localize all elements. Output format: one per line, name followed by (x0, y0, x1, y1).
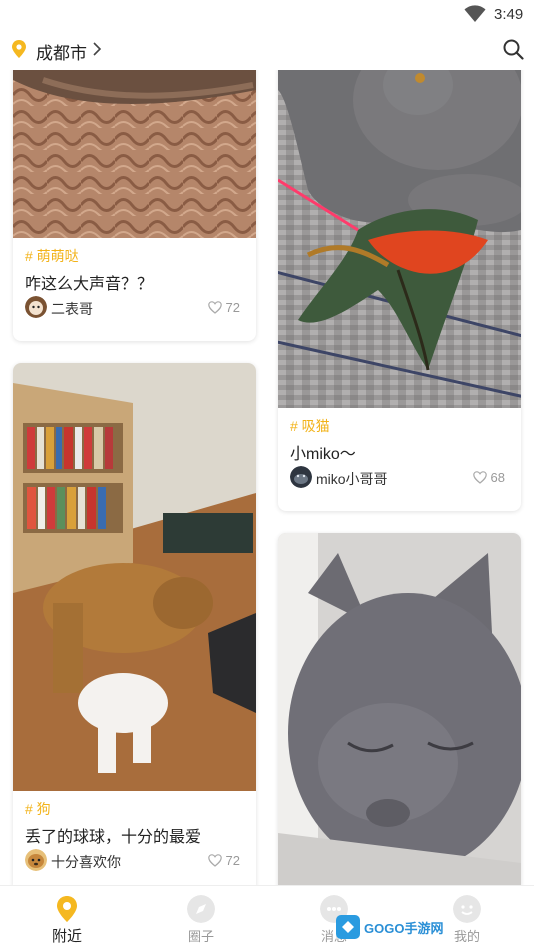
status-time: 3:49 (494, 6, 524, 23)
heart-icon (207, 854, 222, 867)
like-button[interactable]: 72 (207, 853, 240, 868)
post-title: 小miko～ (290, 446, 356, 463)
watermark-text: GOGO手游网 (364, 921, 443, 936)
post-card[interactable] (278, 533, 521, 893)
post-card[interactable]: # 狗 丢了的球球，十分的最爱 十分喜欢你 72 (13, 363, 256, 893)
author-name[interactable]: 二表哥 (51, 299, 93, 319)
city-selector[interactable]: 成都市 (36, 39, 87, 64)
avatar[interactable] (290, 466, 312, 488)
tab-nearby[interactable]: 附近 (22, 886, 112, 949)
tab-circle[interactable]: 圈子 (156, 886, 246, 949)
location-pin-icon (57, 896, 77, 922)
avatar[interactable] (25, 849, 47, 871)
post-title: 丢了的球球，十分的最爱 (25, 829, 202, 846)
heart-icon (472, 471, 487, 484)
like-button[interactable]: 68 (472, 470, 505, 485)
post-card[interactable]: # 萌萌哒 咋这么大声音？？ 二表哥 72 (13, 40, 256, 341)
tab-label: 圈子 (187, 929, 214, 944)
like-count: 68 (490, 470, 505, 485)
post-photo[interactable] (278, 533, 521, 893)
compass-icon (187, 895, 215, 923)
top-bar: 成都市 (0, 30, 534, 70)
watermark-logo: GOGO手游网 (336, 913, 444, 941)
status-bar: 3:49 (0, 0, 534, 30)
wifi-icon (464, 5, 486, 22)
author-name[interactable]: 十分喜欢你 (51, 852, 121, 872)
smiley-icon (453, 895, 481, 923)
like-button[interactable]: 72 (207, 300, 240, 315)
cat-with-feather-toy-photo (278, 40, 521, 408)
post-tag[interactable]: # 萌萌哒 (25, 246, 79, 266)
post-photo[interactable] (13, 363, 256, 791)
like-count: 72 (225, 300, 240, 315)
avatar[interactable] (25, 296, 47, 318)
author-name[interactable]: miko小哥哥 (316, 469, 388, 489)
bottom-tab-bar: 附近 圈子 消息 我的 (0, 885, 534, 949)
cat-closeup-photo (278, 533, 521, 893)
chevron-right-icon[interactable] (92, 42, 102, 56)
post-tag[interactable]: # 狗 (25, 799, 51, 819)
post-tag[interactable]: # 吸猫 (290, 416, 330, 436)
heart-icon (207, 301, 222, 314)
post-photo[interactable] (278, 40, 521, 408)
location-pin-icon (12, 40, 26, 58)
tab-label: 附近 (51, 928, 82, 945)
post-card[interactable]: # 吸猫 小miko～ miko小哥哥 68 (278, 40, 521, 511)
like-count: 72 (225, 853, 240, 868)
dog-with-bookshelf-photo (13, 363, 256, 791)
search-icon[interactable] (502, 38, 524, 60)
post-title: 咋这么大声音？？ (25, 276, 154, 293)
